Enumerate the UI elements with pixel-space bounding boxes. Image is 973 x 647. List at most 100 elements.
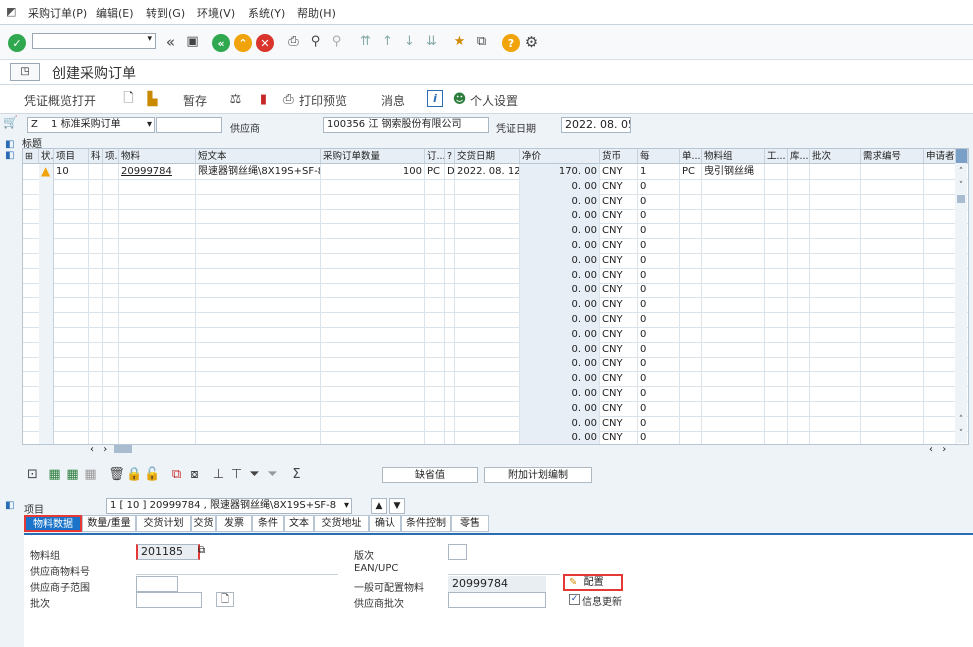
cell-mat-group[interactable] bbox=[702, 193, 765, 209]
cell-sloc[interactable] bbox=[788, 312, 810, 327]
cell-short-text[interactable]: 限速器钢丝绳\8X19S+SF-8 bbox=[196, 164, 321, 179]
cell-delivery-date[interactable] bbox=[455, 252, 520, 268]
cell-requisitioner[interactable] bbox=[924, 312, 956, 327]
cell-qty[interactable] bbox=[321, 267, 425, 283]
vendor-field[interactable]: 100356 江 钢索股份有限公司 bbox=[323, 117, 489, 133]
cell-batch[interactable] bbox=[810, 430, 861, 444]
cell-batch[interactable] bbox=[810, 238, 861, 253]
cell-plant[interactable] bbox=[765, 238, 788, 253]
cell-acct[interactable] bbox=[89, 267, 103, 283]
table-row[interactable]: 0. 00 CNY 0 bbox=[23, 267, 968, 284]
cell-currency[interactable]: CNY bbox=[600, 267, 638, 283]
cell-item-cat[interactable] bbox=[103, 297, 119, 313]
cell-net-price[interactable]: 0. 00 bbox=[520, 371, 600, 387]
deselect-all-icon[interactable]: ▦ bbox=[64, 466, 81, 483]
cell-requisitioner[interactable] bbox=[924, 193, 956, 209]
cell-requisitioner[interactable] bbox=[924, 282, 956, 298]
cell-item-cat[interactable] bbox=[103, 326, 119, 342]
cell-per[interactable]: 0 bbox=[638, 208, 680, 224]
revision-field[interactable] bbox=[448, 544, 467, 560]
cell-net-price[interactable]: 170. 00 bbox=[520, 164, 600, 179]
cell-req-no[interactable] bbox=[861, 312, 924, 327]
cell-plant[interactable] bbox=[765, 312, 788, 327]
cell-unit[interactable] bbox=[425, 356, 445, 372]
cell-per[interactable]: 0 bbox=[638, 282, 680, 298]
table-row[interactable]: 0. 00 CNY 0 bbox=[23, 400, 968, 417]
cell-per[interactable]: 0 bbox=[638, 267, 680, 283]
cell-delivery-date[interactable] bbox=[455, 341, 520, 357]
cell-short-text[interactable] bbox=[196, 326, 321, 342]
cell-req-no[interactable] bbox=[861, 356, 924, 372]
cell-item[interactable] bbox=[54, 430, 89, 444]
back-icon[interactable]: « bbox=[212, 34, 230, 52]
cell-acct[interactable] bbox=[89, 223, 103, 239]
cell-material[interactable] bbox=[119, 341, 196, 357]
partners-icon[interactable]: ⧇ bbox=[186, 466, 203, 483]
batch-field[interactable] bbox=[136, 592, 202, 608]
cell-plant[interactable] bbox=[765, 297, 788, 313]
cell-currency[interactable]: CNY bbox=[600, 371, 638, 387]
cell-req-no[interactable] bbox=[861, 400, 924, 416]
filter-remove-icon[interactable]: ⏷ bbox=[264, 466, 281, 483]
cell-item-cat[interactable] bbox=[103, 208, 119, 224]
cell-req-no[interactable] bbox=[861, 297, 924, 313]
messages-button[interactable]: 消息 bbox=[381, 92, 405, 109]
mat-group-search-icon[interactable]: ⧉ bbox=[198, 545, 205, 556]
cell-currency[interactable]: CNY bbox=[600, 208, 638, 224]
filter-icon[interactable]: ⏷ bbox=[246, 466, 263, 483]
cell-short-text[interactable] bbox=[196, 371, 321, 387]
cell-requisitioner[interactable] bbox=[924, 386, 956, 401]
sort-desc-icon[interactable]: ⊤ bbox=[228, 466, 245, 483]
cell-item-cat[interactable] bbox=[103, 267, 119, 283]
prev-page-icon[interactable]: ↑ bbox=[379, 33, 396, 50]
cell-d[interactable] bbox=[445, 193, 455, 209]
cell-req-no[interactable] bbox=[861, 430, 924, 444]
cell-qty[interactable] bbox=[321, 430, 425, 444]
cell-currency[interactable]: CNY bbox=[600, 297, 638, 313]
cell-unit[interactable] bbox=[425, 400, 445, 416]
row-selector[interactable] bbox=[39, 386, 54, 401]
cell-d[interactable] bbox=[445, 400, 455, 416]
cell-sloc[interactable] bbox=[788, 400, 810, 416]
cell-batch[interactable] bbox=[810, 178, 861, 194]
cell-delivery-date[interactable] bbox=[455, 371, 520, 387]
table-row[interactable]: 0. 00 CNY 0 bbox=[23, 223, 968, 240]
cell-plant[interactable] bbox=[765, 341, 788, 357]
cell-acct[interactable] bbox=[89, 282, 103, 298]
cell-unit2[interactable] bbox=[680, 238, 702, 253]
cell-net-price[interactable]: 0. 00 bbox=[520, 178, 600, 194]
row-selector[interactable] bbox=[39, 356, 54, 372]
cell-item[interactable] bbox=[54, 371, 89, 387]
cell-short-text[interactable] bbox=[196, 297, 321, 313]
cell-item-cat[interactable] bbox=[103, 178, 119, 194]
cell-currency[interactable]: CNY bbox=[600, 252, 638, 268]
row-selector[interactable] bbox=[39, 252, 54, 268]
table-row[interactable]: 0. 00 CNY 0 bbox=[23, 386, 968, 402]
cell-sloc[interactable] bbox=[788, 430, 810, 444]
cell-item[interactable] bbox=[54, 312, 89, 327]
cell-req-no[interactable] bbox=[861, 178, 924, 194]
cell-unit[interactable]: PC bbox=[425, 164, 445, 179]
personal-settings-icon[interactable]: ☻ bbox=[451, 91, 468, 108]
row-selector[interactable] bbox=[39, 415, 54, 431]
cell-material[interactable] bbox=[119, 326, 196, 342]
cell-currency[interactable]: CNY bbox=[600, 415, 638, 431]
cell-material[interactable] bbox=[119, 430, 196, 444]
cell-plant[interactable] bbox=[765, 193, 788, 209]
scroll-left-icon[interactable]: ‹ bbox=[90, 444, 94, 455]
cell-unit2[interactable] bbox=[680, 252, 702, 268]
cell-unit2[interactable]: PC bbox=[680, 164, 702, 179]
cell-short-text[interactable] bbox=[196, 267, 321, 283]
cell-req-no[interactable] bbox=[861, 223, 924, 239]
cell-item-cat[interactable] bbox=[103, 282, 119, 298]
cell-qty[interactable] bbox=[321, 223, 425, 239]
cell-unit[interactable] bbox=[425, 297, 445, 313]
command-field[interactable]: ▾ bbox=[32, 33, 156, 49]
cell-requisitioner[interactable] bbox=[924, 430, 956, 444]
cell-sloc[interactable] bbox=[788, 252, 810, 268]
menu-environment[interactable]: 环境(V) bbox=[197, 5, 235, 21]
cell-sloc[interactable] bbox=[788, 223, 810, 239]
cell-sloc[interactable] bbox=[788, 386, 810, 401]
row-selector[interactable] bbox=[39, 193, 54, 209]
cell-item[interactable] bbox=[54, 297, 89, 313]
